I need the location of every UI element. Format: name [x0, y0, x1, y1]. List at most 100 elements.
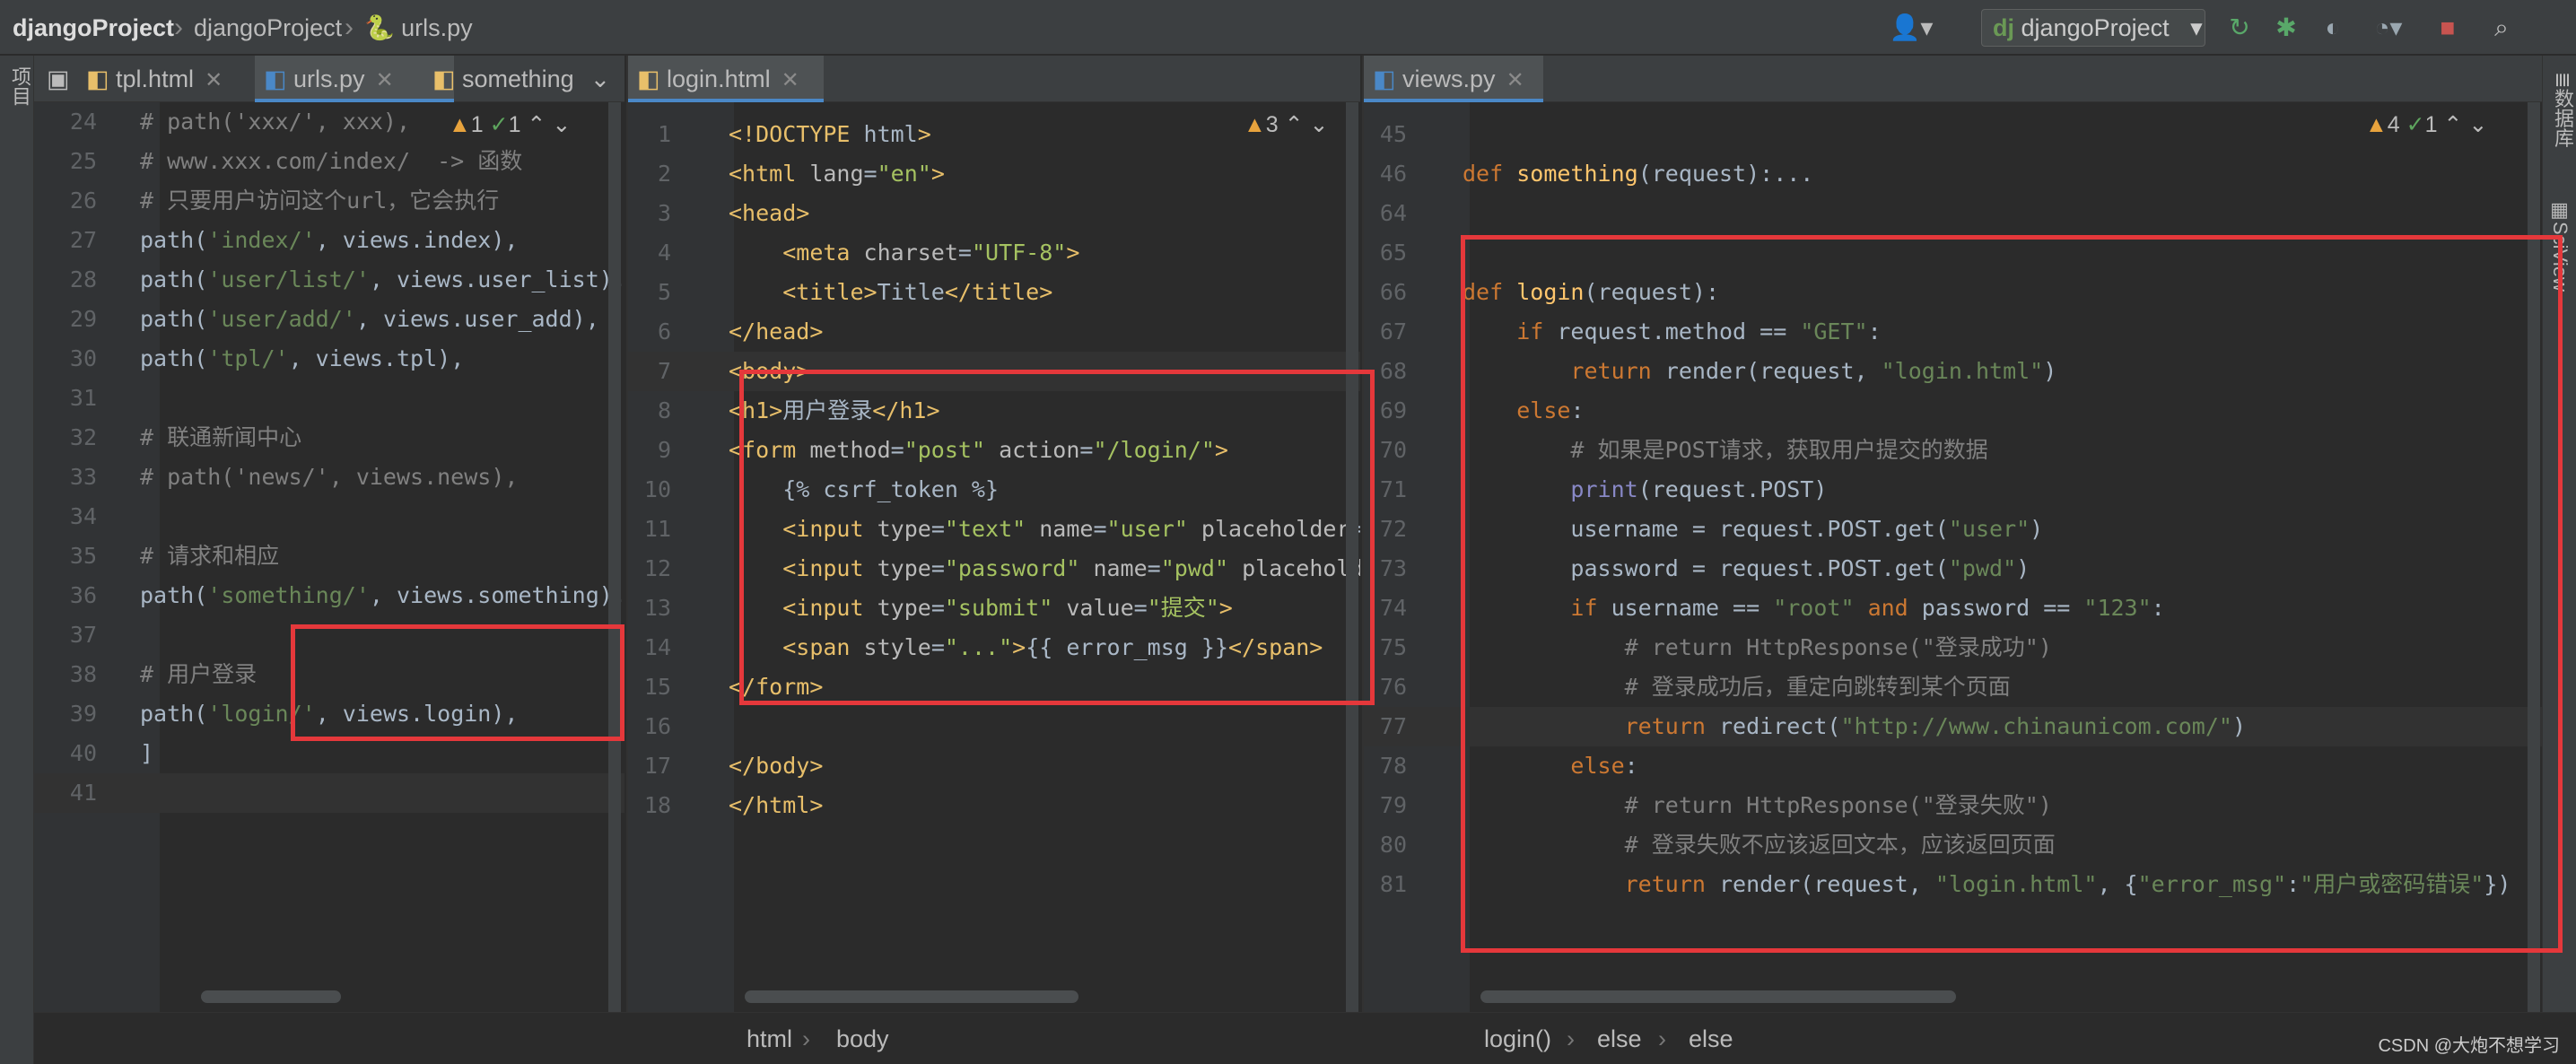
line-number[interactable]: 35	[34, 536, 97, 576]
code-line[interactable]: # 用户登录	[140, 655, 257, 694]
code-line[interactable]: return render(request, "login.html")	[1463, 352, 2056, 391]
code-line[interactable]: <input type="text" name="user" placehold…	[729, 510, 1360, 549]
line-number[interactable]: 25	[34, 142, 97, 181]
code-line[interactable]: path('index/', views.index),	[140, 221, 518, 260]
line-number[interactable]: 70	[1364, 431, 1407, 470]
line-number[interactable]: 79	[1364, 786, 1407, 825]
line-number[interactable]: 69	[1364, 391, 1407, 431]
code-line[interactable]: <form method="post" action="/login/">	[729, 431, 1228, 470]
code-line[interactable]: </head>	[729, 312, 823, 352]
line-number[interactable]: 41	[34, 773, 97, 813]
line-number[interactable]: 36	[34, 576, 97, 615]
code-line[interactable]: </form>	[729, 667, 823, 707]
code-line[interactable]: # 联通新闻中心	[140, 418, 301, 458]
horizontal-scrollbar[interactable]	[745, 990, 1078, 1003]
rerun-icon[interactable]: ↻	[2223, 13, 2256, 43]
code-line[interactable]: </body>	[729, 746, 823, 786]
tab-views-py[interactable]: ◧ views.py ✕	[1364, 56, 1543, 102]
code-line[interactable]: # www.xxx.com/index/ -> 函数	[140, 142, 522, 181]
line-number[interactable]: 13	[628, 589, 671, 628]
line-number[interactable]: 72	[1364, 510, 1407, 549]
code-line[interactable]: <input type="password" name="pwd" placeh…	[729, 549, 1360, 589]
code-line[interactable]: if request.method == "GET":	[1463, 312, 1881, 352]
code-line[interactable]: path('user/add/', views.user_add),	[140, 300, 599, 339]
line-number[interactable]: 14	[628, 628, 671, 667]
line-number[interactable]: 38	[34, 655, 97, 694]
line-number[interactable]: 30	[34, 339, 97, 379]
line-number[interactable]: 10	[628, 470, 671, 510]
crumb-html[interactable]: html	[747, 1024, 792, 1054]
line-number[interactable]: 7	[628, 352, 671, 391]
chevron-up-icon[interactable]: ⌃	[2443, 112, 2462, 137]
line-number[interactable]: 2	[628, 154, 671, 194]
close-icon[interactable]: ✕	[205, 68, 223, 92]
line-number[interactable]: 32	[34, 418, 97, 458]
chevron-down-icon[interactable]: ⌄	[552, 112, 571, 137]
line-number[interactable]: 9	[628, 431, 671, 470]
close-icon[interactable]: ✕	[782, 68, 799, 92]
line-number[interactable]: 45	[1364, 115, 1407, 154]
close-icon[interactable]: ✕	[376, 68, 394, 92]
line-number[interactable]: 75	[1364, 628, 1407, 667]
chevron-down-icon[interactable]: ⌄	[2468, 112, 2487, 137]
inspection-widget[interactable]: ▲4 ✓1 ⌃ ⌄	[2360, 111, 2493, 138]
line-number[interactable]: 3	[628, 194, 671, 233]
project-tool-tab[interactable]: 项目	[5, 66, 34, 106]
vertical-scrollbar[interactable]	[2528, 102, 2540, 1012]
line-number[interactable]: 6	[628, 312, 671, 352]
line-number[interactable]: 80	[1364, 825, 1407, 865]
code-line[interactable]: <title>Title</title>	[729, 273, 1052, 312]
line-number[interactable]: 76	[1364, 667, 1407, 707]
code-line[interactable]: <meta charset="UTF-8">	[729, 233, 1079, 273]
line-number[interactable]: 8	[628, 391, 671, 431]
vertical-scrollbar[interactable]	[1346, 102, 1358, 1012]
structure-icon[interactable]: ▣	[34, 56, 70, 102]
line-number[interactable]: 46	[1364, 154, 1407, 194]
line-number[interactable]: 81	[1364, 865, 1407, 904]
line-number[interactable]: 28	[34, 260, 97, 300]
code-line[interactable]: path('tpl/', views.tpl),	[140, 339, 464, 379]
code-line[interactable]: path('something/', views.something),	[140, 576, 624, 615]
code-line[interactable]: username = request.POST.get("user")	[1463, 510, 2043, 549]
search-icon[interactable]: ⌕	[2485, 13, 2518, 43]
chevron-up-icon[interactable]: ⌃	[1285, 112, 1304, 137]
code-line[interactable]: def something(request):...	[1463, 154, 1813, 194]
line-number[interactable]: 67	[1364, 312, 1407, 352]
line-number[interactable]: 68	[1364, 352, 1407, 391]
chevron-down-icon[interactable]: ⌄	[1310, 112, 1329, 137]
close-icon[interactable]: ✕	[1506, 68, 1524, 92]
code-line[interactable]: <span style="...">{{ error_msg }}</span>	[729, 628, 1323, 667]
code-line[interactable]: # 如果是POST请求，获取用户提交的数据	[1463, 431, 1987, 470]
line-number[interactable]: 34	[34, 497, 97, 536]
line-number[interactable]: 65	[1364, 233, 1407, 273]
code-line[interactable]: # path('xxx/', xxx),	[140, 102, 410, 142]
code-line[interactable]: # path('news/', views.news),	[140, 458, 518, 497]
user-icon[interactable]: 👤▾	[1884, 13, 1938, 43]
line-number[interactable]: 12	[628, 549, 671, 589]
code-line[interactable]: <!DOCTYPE html>	[729, 115, 931, 154]
code-line[interactable]: path('login/', views.login),	[140, 694, 518, 734]
chevron-down-icon[interactable]: ⌄	[590, 65, 611, 92]
code-line[interactable]: return redirect("http://www.chinaunicom.…	[1463, 707, 2246, 746]
inspection-widget[interactable]: ▲1 ✓1 ⌃ ⌄	[443, 111, 577, 138]
code-line[interactable]: print(request.POST)	[1463, 470, 1827, 510]
database-tool-tab[interactable]: ≣数据库	[2548, 72, 2576, 147]
code-line[interactable]: <html lang="en">	[729, 154, 945, 194]
code-line[interactable]: <head>	[729, 194, 809, 233]
code-line[interactable]: def login(request):	[1463, 273, 1719, 312]
sciview-tool-tab[interactable]: ▦SciView	[2548, 199, 2572, 292]
line-number[interactable]: 4	[628, 233, 671, 273]
code-line[interactable]: <body>	[729, 352, 809, 391]
vertical-scrollbar[interactable]	[608, 102, 621, 1012]
line-number[interactable]: 24	[34, 102, 97, 142]
code-line[interactable]: </html>	[729, 786, 823, 825]
tab-login-html[interactable]: ◧ login.html ✕	[628, 56, 824, 102]
code-line[interactable]: # return HttpResponse("登录成功")	[1463, 628, 2052, 667]
line-number[interactable]: 71	[1364, 470, 1407, 510]
code-line[interactable]: # 登录失败不应该返回文本，应该返回页面	[1463, 825, 2056, 865]
line-number[interactable]: 15	[628, 667, 671, 707]
line-number[interactable]: 37	[34, 615, 97, 655]
chevron-up-icon[interactable]: ⌃	[527, 112, 546, 137]
line-number[interactable]: 1	[628, 115, 671, 154]
line-number[interactable]: 17	[628, 746, 671, 786]
